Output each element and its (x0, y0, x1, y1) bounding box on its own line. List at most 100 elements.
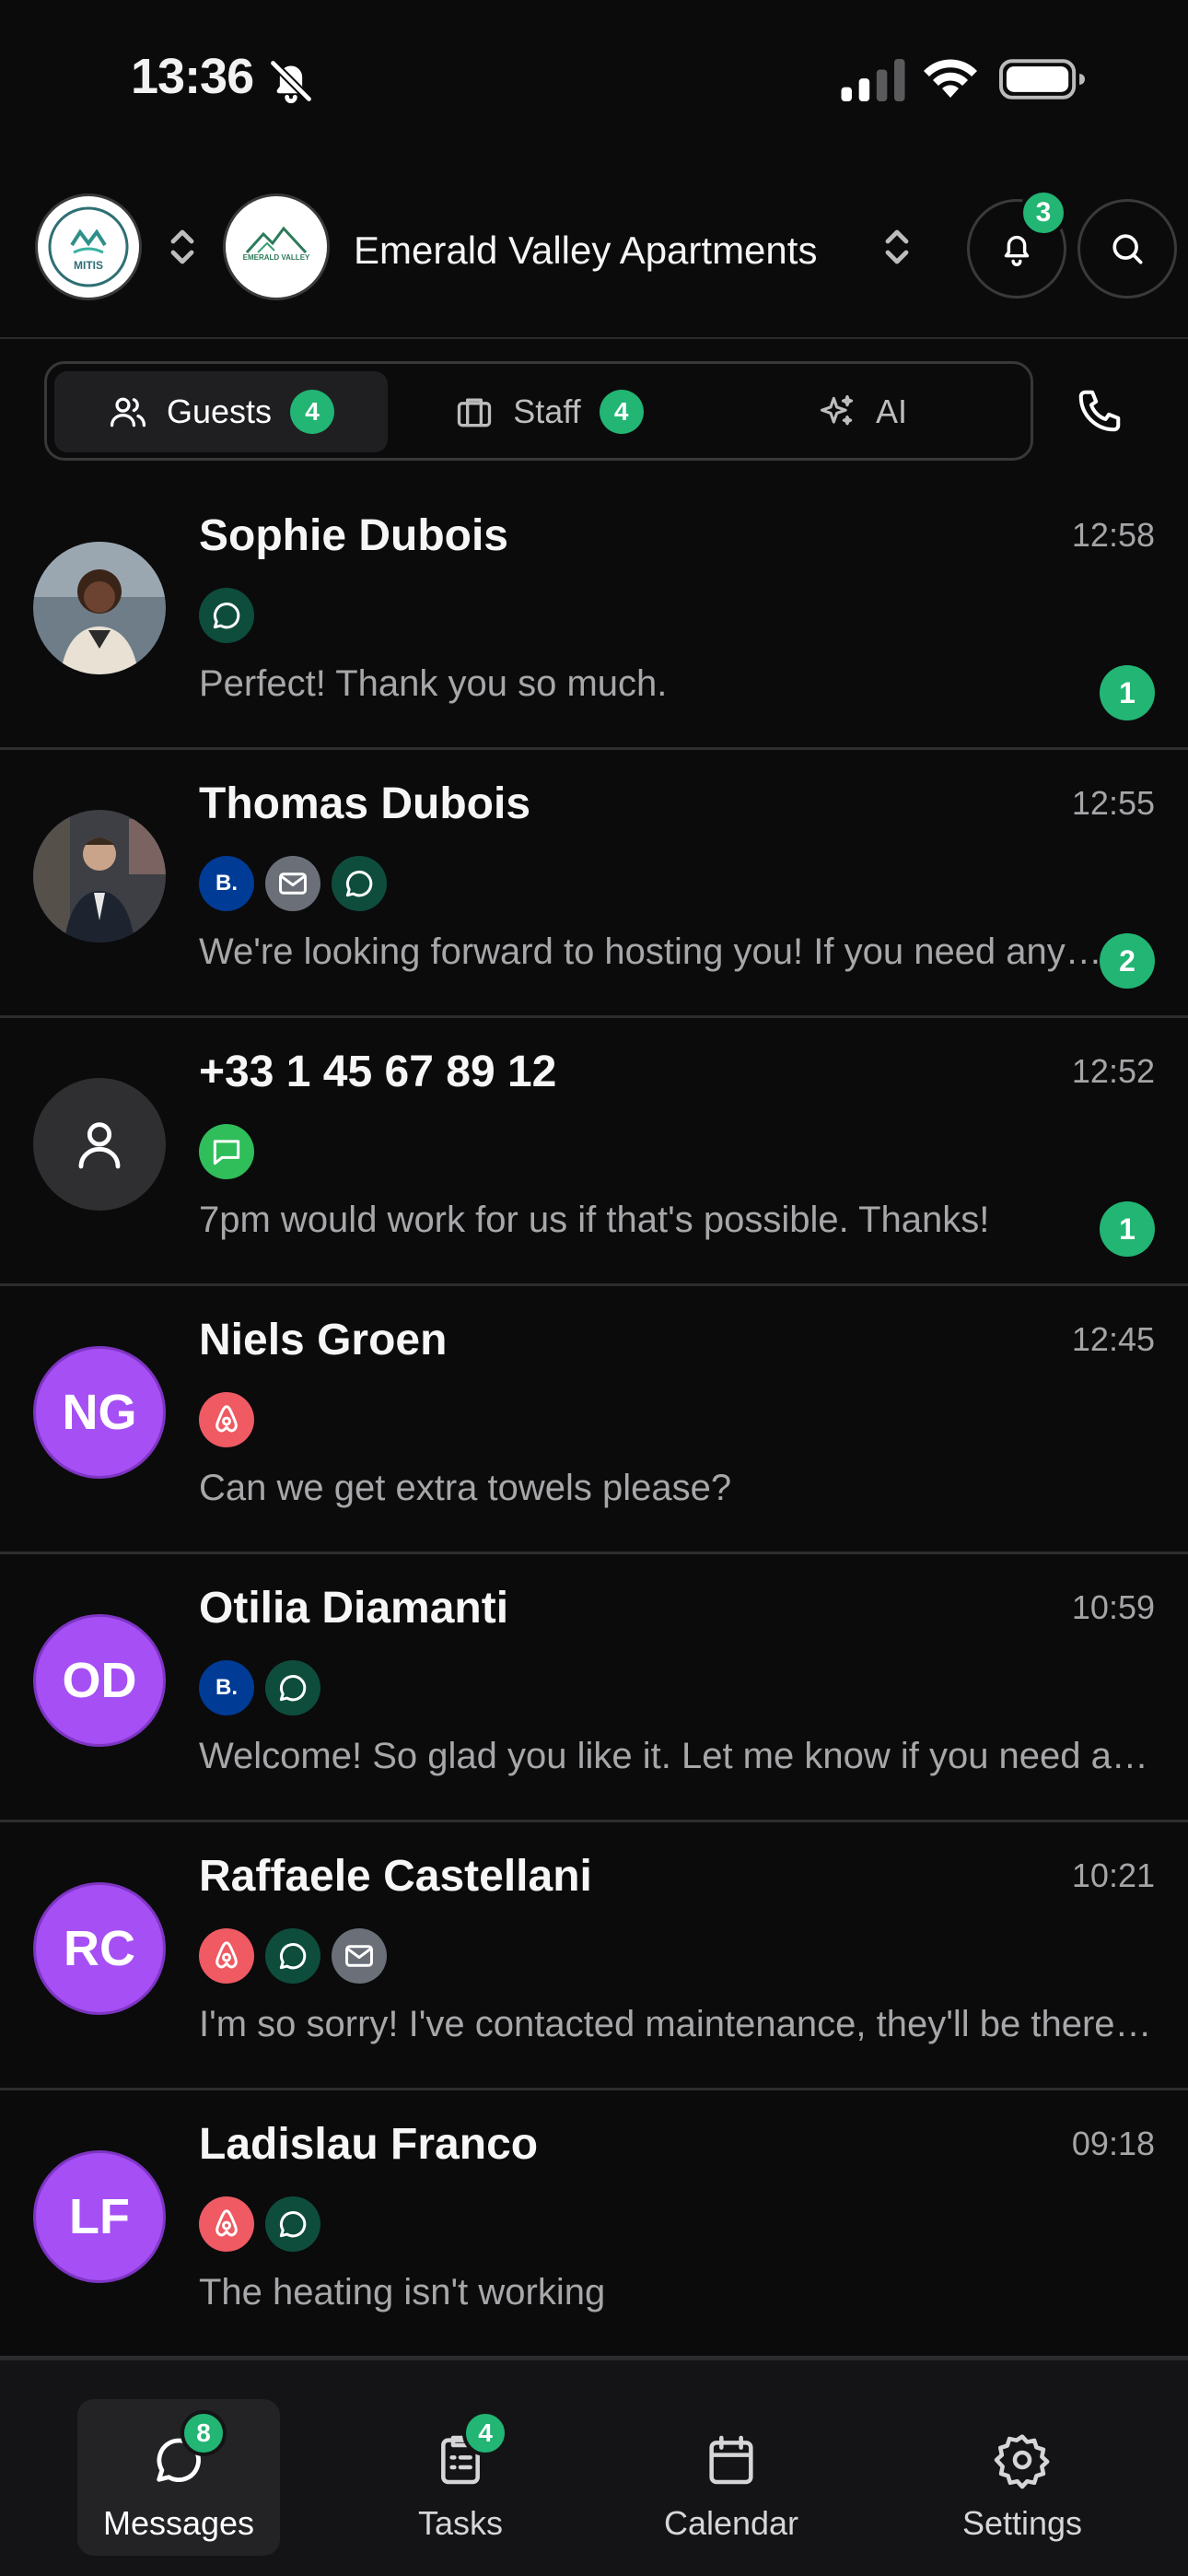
channel-icons (199, 1124, 254, 1179)
unread-badge: 1 (1100, 1201, 1155, 1257)
user-icon (78, 1122, 121, 1169)
contact-name: +33 1 45 67 89 12 (199, 1048, 557, 1096)
nav-calendar[interactable]: Calendar (630, 2399, 833, 2556)
airbnb-icon (199, 2196, 254, 2252)
email-icon (265, 856, 320, 911)
avatar: LF (33, 2150, 166, 2283)
conversation-item[interactable]: LF Ladislau Franco 09:18 The heating isn… (0, 2091, 1188, 2359)
search-button[interactable] (1077, 199, 1177, 299)
nav-badge: 4 (462, 2410, 508, 2456)
property-logo[interactable]: EMERALD VALLEY (223, 193, 330, 300)
conversation-item[interactable]: RC Raffaele Castellani 10:21 I'm so sorr… (0, 1823, 1188, 2090)
conversation-type-tabs: Guests 4 Staff 4 AI (44, 361, 1033, 461)
tab-label: Staff (513, 392, 581, 430)
message-preview: I'm so sorry! I've contacted maintenance… (199, 2004, 1155, 2044)
nav-settings[interactable]: Settings (921, 2399, 1124, 2556)
conversation-item[interactable]: +33 1 45 67 89 12 12:52 7pm would work f… (0, 1019, 1188, 1286)
svg-text:EMERALD VALLEY: EMERALD VALLEY (243, 253, 310, 262)
nav-messages[interactable]: Messages 8 (77, 2399, 280, 2556)
airbnb-icon (199, 1392, 254, 1447)
briefcase-icon (458, 398, 492, 427)
battery-icon (999, 59, 1086, 100)
message-time: 12:52 (1071, 1052, 1155, 1090)
contact-name: Otilia Diamanti (199, 1584, 509, 1633)
airbnb-icon (199, 1928, 254, 1984)
message-time: 10:59 (1071, 1588, 1155, 1626)
whatsapp-icon (332, 856, 387, 911)
person-photo (33, 810, 166, 943)
booking-icon: B. (199, 856, 254, 911)
person-photo (33, 542, 166, 674)
svg-text:MITIS: MITIS (74, 259, 103, 272)
tab-count-badge: 4 (290, 390, 335, 434)
conversation-item[interactable]: Sophie Dubois 12:58 Perfect! Thank you s… (0, 483, 1188, 750)
tab-ai[interactable]: AI (710, 371, 1014, 452)
whatsapp-icon (199, 588, 254, 643)
status-bar: 13:36 (0, 0, 1188, 166)
message-preview: Can we get extra towels please? (199, 1468, 732, 1508)
signal-icon (841, 59, 905, 101)
call-button[interactable] (1068, 380, 1131, 442)
notifications-button[interactable]: 3 (967, 189, 1067, 299)
divider (0, 337, 1188, 339)
booking-icon: B. (199, 1660, 254, 1715)
message-preview: Perfect! Thank you so much. (199, 663, 668, 704)
tab-staff[interactable]: Staff 4 (397, 371, 701, 452)
unread-badge: 1 (1100, 665, 1155, 720)
message-time: 09:18 (1071, 2125, 1155, 2162)
avatar: OD (33, 1614, 166, 1747)
message-preview: Welcome! So glad you like it. Let me kno… (199, 1736, 1155, 1776)
status-time: 13:36 (131, 49, 254, 104)
avatar (33, 810, 166, 943)
nav-label: Calendar (663, 2504, 799, 2542)
tab-guests[interactable]: Guests 4 (54, 371, 388, 452)
message-time: 12:55 (1071, 784, 1155, 822)
conversation-item[interactable]: Thomas Dubois 12:55 B. We're looking for… (0, 751, 1188, 1018)
contact-name: Niels Groen (199, 1316, 448, 1364)
chevron-updown-icon[interactable] (882, 227, 912, 267)
avatar: NG (33, 1346, 166, 1479)
avatar (33, 542, 166, 674)
calendar-icon (709, 2435, 753, 2485)
wifi-icon (924, 59, 977, 98)
contact-name: Thomas Dubois (199, 779, 531, 828)
tab-count-badge: 4 (599, 390, 644, 434)
mountain-logo-icon: EMERALD VALLEY (243, 226, 310, 262)
channel-icons (199, 588, 254, 643)
channel-icons: B. (199, 1660, 320, 1715)
message-preview: 7pm would work for us if that's possible… (199, 1200, 990, 1240)
chevron-updown-icon[interactable] (168, 227, 197, 267)
gear-icon (994, 2434, 1050, 2489)
phone-icon (1078, 390, 1121, 432)
org-logo[interactable]: MITIS (35, 193, 142, 300)
nav-label: Tasks (417, 2504, 504, 2542)
message-preview: The heating isn't working (199, 2272, 606, 2313)
contact-name: Ladislau Franco (199, 2120, 539, 2169)
nav-tasks[interactable]: Tasks 4 (359, 2399, 562, 2556)
contact-name: Sophie Dubois (199, 511, 508, 560)
whatsapp-icon (265, 2196, 320, 2252)
bottom-navigation: Messages 8 Tasks 4 Calendar Settings (0, 2359, 1188, 2576)
users-icon (110, 397, 146, 427)
bell-off-icon (269, 59, 313, 104)
property-name[interactable]: Emerald Valley Apartments (354, 228, 817, 273)
nav-label: Settings (961, 2504, 1083, 2542)
notification-badge: 3 (1019, 189, 1067, 237)
tab-label: AI (875, 392, 907, 430)
email-icon (332, 1928, 387, 1984)
sms-icon (199, 1124, 254, 1179)
nav-label: Messages (102, 2504, 255, 2542)
conversation-item[interactable]: OD Otilia Diamanti 10:59 B. Welcome! So … (0, 1555, 1188, 1822)
whatsapp-icon (265, 1928, 320, 1984)
message-preview: We're looking forward to hosting you! If… (199, 931, 1111, 972)
nav-badge: 8 (181, 2410, 227, 2456)
unread-badge: 2 (1100, 933, 1155, 989)
channel-icons (199, 2196, 320, 2252)
message-time: 10:21 (1071, 1856, 1155, 1894)
conversation-item[interactable]: NG Niels Groen 12:45 Can we get extra to… (0, 1287, 1188, 1554)
channel-icons (199, 1392, 254, 1447)
search-icon (1112, 234, 1143, 264)
message-time: 12:58 (1071, 516, 1155, 554)
whatsapp-icon (265, 1660, 320, 1715)
channel-icons: B. (199, 856, 387, 911)
